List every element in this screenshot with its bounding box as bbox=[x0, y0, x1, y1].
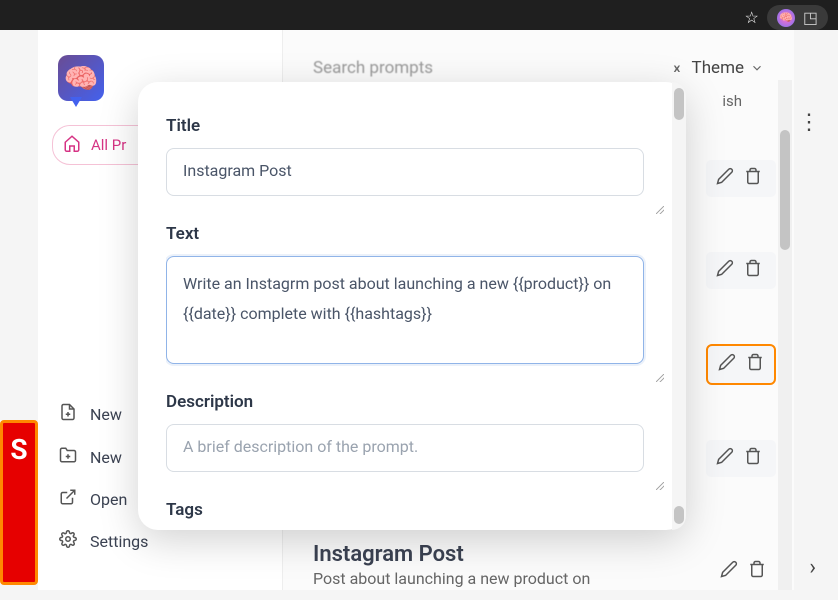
collapse-icon[interactable]: ›‹ bbox=[673, 58, 677, 78]
background-red-tile: S bbox=[0, 420, 38, 585]
card-actions-4 bbox=[706, 440, 776, 477]
card-subtitle: Post about launching a new product on bbox=[313, 569, 744, 588]
sidebar-item-label: Settings bbox=[90, 532, 148, 551]
speech-tail-icon bbox=[70, 97, 82, 107]
scrollbar-thumb[interactable] bbox=[674, 506, 684, 524]
description-input[interactable] bbox=[166, 424, 644, 472]
edit-icon[interactable] bbox=[716, 167, 734, 190]
extension-pill[interactable]: 🧠 ◳ bbox=[767, 5, 828, 30]
home-icon bbox=[63, 134, 81, 156]
file-plus-icon bbox=[58, 402, 78, 426]
browser-toolbar: ☆ 🧠 ◳ bbox=[0, 0, 838, 30]
text-input[interactable] bbox=[166, 256, 644, 364]
trash-icon[interactable] bbox=[744, 259, 762, 282]
description-label: Description bbox=[166, 392, 668, 412]
chevron-down-icon bbox=[750, 61, 764, 75]
folder-plus-icon bbox=[58, 446, 78, 468]
theme-select[interactable]: Theme bbox=[692, 58, 764, 78]
brain-icon: 🧠 bbox=[64, 62, 99, 95]
edit-icon[interactable] bbox=[716, 447, 734, 470]
bookmark-star-icon[interactable]: ☆ bbox=[745, 8, 759, 27]
trash-icon[interactable] bbox=[746, 353, 764, 376]
gear-icon bbox=[58, 530, 78, 552]
sidebar-item-label: New bbox=[90, 448, 122, 467]
red-tile-letter: S bbox=[10, 433, 27, 466]
text-label: Text bbox=[166, 224, 668, 244]
main-scrollbar[interactable] bbox=[778, 80, 792, 590]
prompt-card-instagram[interactable]: Instagram Post Post about launching a ne… bbox=[313, 542, 744, 588]
app-logo[interactable]: 🧠 bbox=[58, 55, 104, 101]
sidebar-item-label: All Pr bbox=[91, 136, 126, 154]
title-label: Title bbox=[166, 116, 668, 136]
scrollbar-thumb[interactable] bbox=[780, 130, 790, 250]
edit-icon[interactable] bbox=[716, 259, 734, 282]
card-actions-3 bbox=[706, 344, 776, 385]
sidebar-item-label: Open bbox=[90, 490, 127, 509]
card-actions-1 bbox=[706, 160, 776, 197]
browser-kebab-menu-icon[interactable]: ⋮ bbox=[798, 110, 820, 135]
edit-icon[interactable] bbox=[718, 353, 736, 376]
external-link-icon bbox=[58, 488, 78, 510]
scrollbar-thumb[interactable] bbox=[674, 88, 684, 120]
search-input[interactable]: Search prompts bbox=[313, 58, 673, 78]
sidebar-item-label: New bbox=[90, 405, 122, 424]
extensions-puzzle-icon[interactable]: ◳ bbox=[803, 8, 818, 27]
trash-icon[interactable] bbox=[744, 447, 762, 470]
card-actions-2 bbox=[706, 252, 776, 289]
title-input[interactable] bbox=[166, 148, 644, 196]
modal-scrollbar[interactable] bbox=[672, 82, 686, 530]
edit-prompt-modal: Title Text Description Tags bbox=[138, 82, 686, 530]
tags-label: Tags bbox=[166, 500, 668, 520]
chevron-right-icon[interactable]: › bbox=[809, 555, 816, 580]
edit-icon[interactable] bbox=[720, 560, 738, 583]
trash-icon[interactable] bbox=[748, 560, 766, 583]
extension-brain-icon: 🧠 bbox=[777, 9, 795, 27]
theme-label: Theme bbox=[692, 58, 744, 78]
card-title: Instagram Post bbox=[313, 542, 744, 567]
trash-icon[interactable] bbox=[744, 167, 762, 190]
language-fragment: ish bbox=[722, 92, 742, 110]
